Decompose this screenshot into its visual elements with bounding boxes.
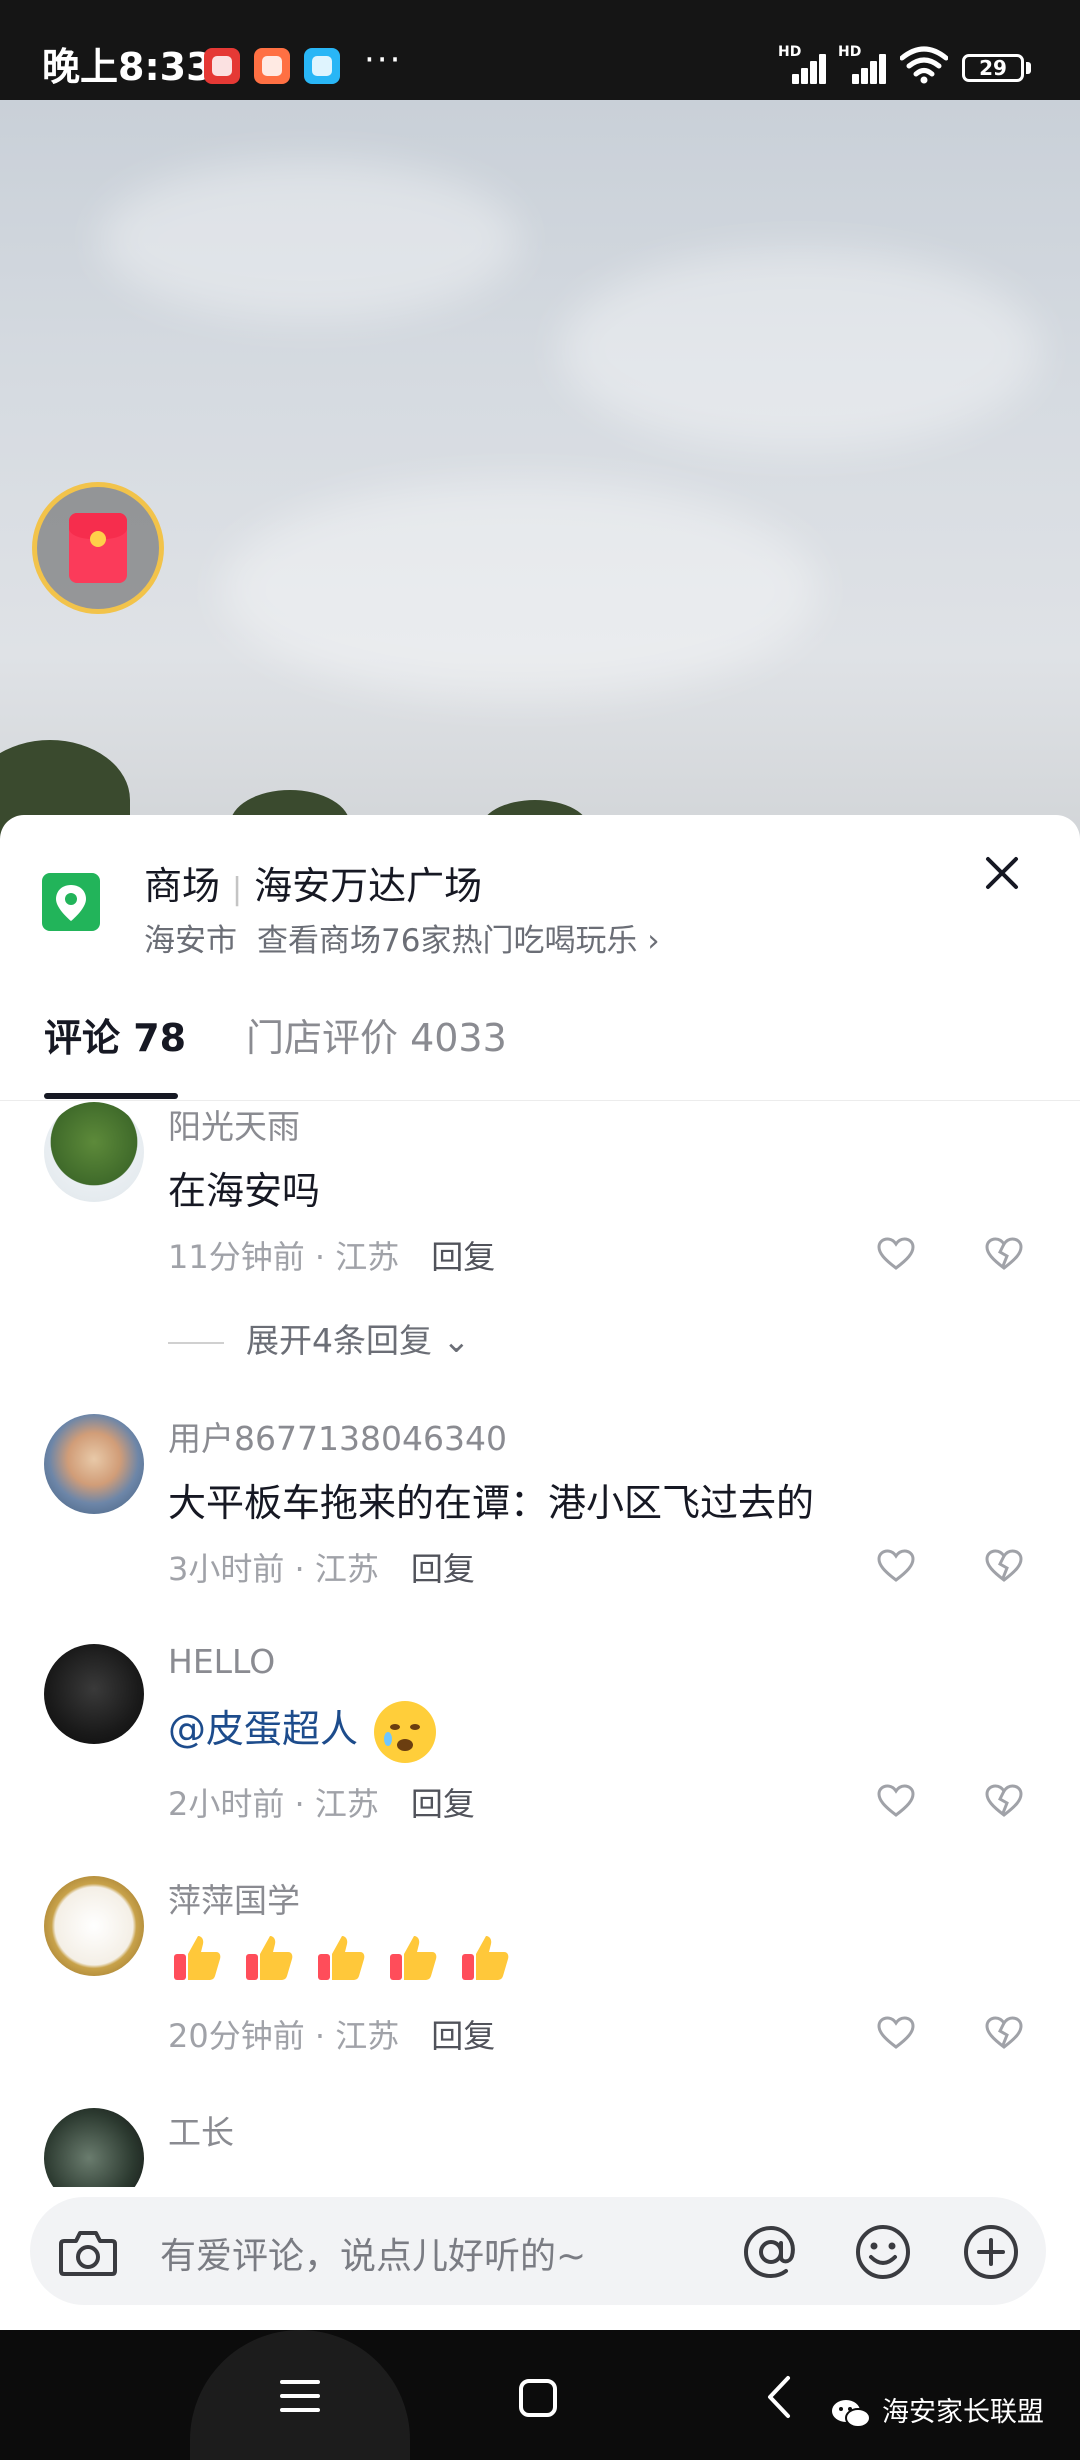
location-link[interactable]: 查看商场76家热门吃喝玩乐 › — [257, 923, 660, 959]
comment-list[interactable]: 阳光天雨 在海安吗 11分钟前 · 江苏 回复 展开4条回复 ⌄ 用户867713… — [0, 1102, 1080, 2187]
location-title[interactable]: 商场 | 海安万达广场 — [144, 855, 482, 910]
avatar[interactable] — [44, 2108, 144, 2187]
home-icon[interactable] — [518, 2378, 558, 2418]
comment-time: 3小时前 — [168, 1550, 285, 1588]
comment-text: @皮蛋超人 — [168, 1698, 437, 1763]
news-app-icon — [204, 48, 240, 84]
more-notifications-icon: ··· — [364, 40, 403, 80]
mention-link[interactable]: @皮蛋超人 — [168, 1707, 358, 1751]
battery-level: 29 — [979, 56, 1007, 80]
signal-icon-2: HD — [838, 44, 888, 84]
comment-region: 江苏 — [335, 1238, 400, 1276]
video-background[interactable] — [0, 100, 1080, 840]
thumbs-up-emoji-icon — [462, 1936, 509, 1980]
dislike-broken-heart-icon[interactable] — [984, 1234, 1024, 1274]
recent-apps-icon[interactable] — [280, 2378, 320, 2414]
comment-meta: 3小时前 · 江苏 回复 — [168, 1550, 475, 1588]
comment-sheet: 商场 | 海安万达广场 海安市 查看商场76家热门吃喝玩乐 › 评论 78 门店评价 … — [0, 815, 1080, 2330]
like-heart-icon[interactable] — [876, 1546, 916, 1586]
close-icon[interactable] — [980, 851, 1024, 895]
avatar[interactable] — [44, 1414, 144, 1514]
like-heart-icon[interactable] — [876, 1234, 916, 1274]
avatar[interactable] — [44, 1102, 144, 1202]
tab-bar: 评论 78 门店评价 4033 — [0, 985, 1080, 1101]
comment-username[interactable]: HELLO — [168, 1642, 275, 1681]
comment-meta: 2小时前 · 江苏 回复 — [168, 1785, 475, 1823]
comment-time: 11分钟前 — [168, 1238, 305, 1276]
avatar[interactable] — [44, 1644, 144, 1744]
back-icon[interactable] — [764, 2374, 794, 2420]
comment-time: 2小时前 — [168, 1785, 285, 1823]
location-name: 海安万达广场 — [254, 864, 483, 908]
reply-button[interactable]: 回复 — [411, 1785, 475, 1823]
comment-text: 在海安吗 — [168, 1169, 321, 1213]
thumbs-up-emoji-icon — [246, 1936, 293, 1980]
status-bar: 晚上8:33 ··· HD HD 29 — [0, 0, 1080, 100]
comment-text: 大平板车拖来的在谭：港小区飞过去的 — [168, 1481, 815, 1525]
comment-region: 江苏 — [314, 1785, 379, 1823]
comment-meta: 11分钟前 · 江苏 回复 — [168, 1238, 496, 1276]
battery-tip — [1026, 62, 1031, 74]
status-time: 晚上8:33 — [42, 45, 213, 89]
watermark: 海安家长联盟 — [830, 2390, 1044, 2430]
camera-icon[interactable] — [58, 2227, 118, 2277]
location-subtitle[interactable]: 海安市 查看商场76家热门吃喝玩乐 › — [144, 915, 660, 960]
tab-store-reviews[interactable]: 门店评价 4033 — [246, 1007, 507, 1062]
add-icon[interactable] — [960, 2221, 1022, 2283]
like-heart-icon[interactable] — [876, 2013, 916, 2053]
comment-time: 20分钟前 — [168, 2017, 305, 2055]
wechat-icon — [832, 2399, 871, 2428]
comment-emoji-row — [168, 1930, 516, 1986]
shopping-app-icon — [254, 48, 290, 84]
battery-icon: 29 — [962, 54, 1024, 82]
location-pin-icon — [42, 873, 100, 931]
comment-input-placeholder[interactable]: 有爱评论，说点儿好听的~ — [160, 2227, 586, 2279]
reply-button[interactable]: 回复 — [411, 1550, 475, 1588]
wifi-icon — [900, 46, 948, 84]
thumbs-up-emoji-icon — [390, 1936, 437, 1980]
reply-button[interactable]: 回复 — [431, 2017, 495, 2055]
dislike-broken-heart-icon[interactable] — [984, 1781, 1024, 1821]
comment-username[interactable]: 阳光天雨 — [168, 1102, 300, 1148]
thumbs-up-emoji-icon — [174, 1936, 221, 1980]
thumbs-up-emoji-icon — [318, 1936, 365, 1980]
emoji-icon[interactable] — [852, 2221, 914, 2283]
mention-at-icon[interactable] — [740, 2221, 802, 2283]
location-city: 海安市 — [144, 923, 237, 959]
comment-username[interactable]: 萍萍国学 — [168, 1874, 300, 1922]
like-heart-icon[interactable] — [876, 1781, 916, 1821]
dislike-broken-heart-icon[interactable] — [984, 1546, 1024, 1586]
expand-replies-label: 展开4条回复 — [246, 1321, 432, 1360]
comment-region: 江苏 — [314, 1550, 379, 1588]
comment-region: 江苏 — [335, 2017, 400, 2055]
system-nav-bar: 海安家长联盟 — [0, 2330, 1080, 2460]
dislike-broken-heart-icon[interactable] — [984, 2013, 1024, 2053]
red-packet-button[interactable] — [32, 482, 164, 614]
expand-replies-button[interactable]: 展开4条回复 ⌄ — [168, 1314, 470, 1362]
comment-meta: 20分钟前 · 江苏 回复 — [168, 2017, 496, 2055]
comment-username[interactable]: 工长 — [168, 2106, 234, 2154]
red-packet-icon — [69, 513, 127, 583]
watermark-text: 海安家长联盟 — [882, 2397, 1044, 2428]
browser-app-icon — [304, 48, 340, 84]
tab-comments[interactable]: 评论 78 — [44, 1007, 186, 1062]
tab-active-indicator — [44, 1093, 178, 1099]
location-category: 商场 — [144, 864, 221, 908]
comment-username[interactable]: 用户8677138046340 — [168, 1412, 507, 1460]
signal-icon-1: HD — [778, 44, 828, 84]
comment-input-bar[interactable]: 有爱评论，说点儿好听的~ — [30, 2197, 1046, 2305]
crying-emoji-icon — [374, 1700, 437, 1763]
avatar[interactable] — [44, 1876, 144, 1976]
reply-button[interactable]: 回复 — [431, 1238, 495, 1276]
